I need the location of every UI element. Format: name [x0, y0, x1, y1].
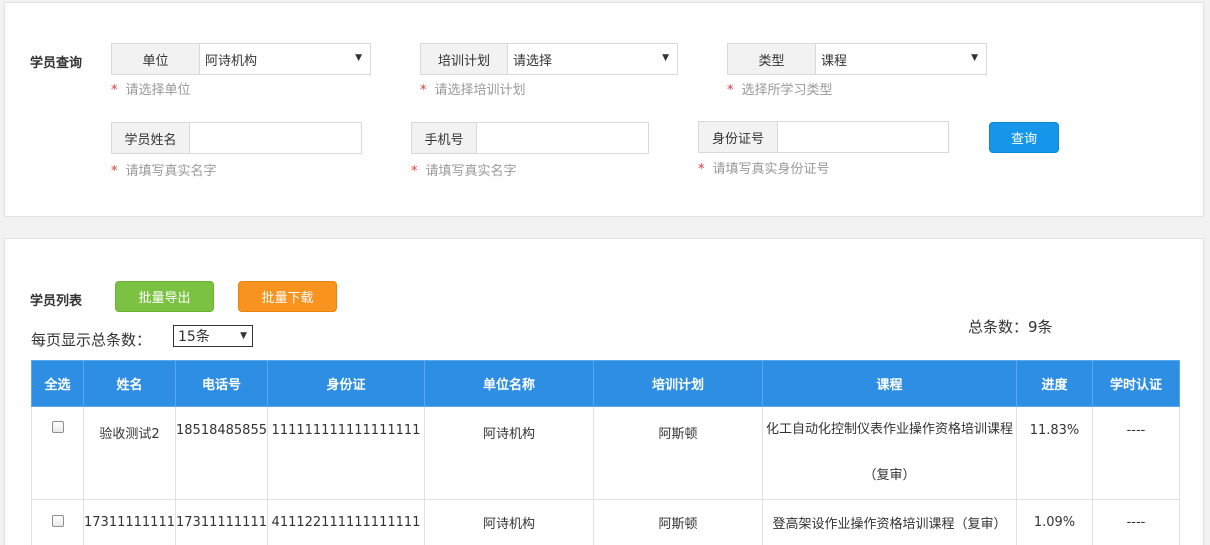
query-section-title: 学员查询 — [30, 56, 83, 71]
cell-phone: 17311111111 — [175, 499, 268, 545]
required-mark: * — [420, 83, 427, 98]
cell-name: 验收测试2 — [83, 406, 176, 500]
cell-cert: ---- — [1092, 406, 1180, 500]
unit-label: 单位 — [112, 44, 200, 74]
list-panel: 学员列表 批量导出 批量下载 每页显示总条数： 15条 ▼ 总条数：9条 全选 … — [4, 238, 1204, 545]
col-phone: 电话号 — [175, 360, 268, 407]
chevron-down-icon: ▼ — [662, 53, 669, 63]
row-checkbox[interactable] — [51, 514, 64, 527]
col-idcard: 身份证 — [267, 360, 425, 407]
cell-phone: 18518485855 — [175, 406, 268, 500]
table-row: 17311111111 17311111111 4111221111111111… — [31, 499, 1180, 545]
phone-hint-text: 请填写真实名字 — [425, 164, 517, 179]
col-cert: 学时认证 — [1092, 360, 1180, 407]
query-panel: 学员查询 单位 阿诗机构 ▼ * 请选择单位 培训计划 请选择 ▼ * 请选择培训计… — [4, 2, 1204, 217]
name-hint: * 请填写真实名字 — [111, 160, 217, 179]
search-button[interactable]: 查询 — [989, 122, 1059, 153]
plan-select[interactable]: 培训计划 请选择 ▼ — [420, 43, 678, 75]
table-header-row: 全选 姓名 电话号 身份证 单位名称 培训计划 课程 进度 学时认证 — [31, 360, 1180, 407]
page-size-value: 15条 — [178, 329, 210, 345]
chevron-down-icon: ▼ — [971, 53, 978, 63]
batch-download-button[interactable]: 批量下载 — [238, 281, 337, 312]
phone-label: 手机号 — [412, 123, 477, 153]
table-row: 验收测试2 18518485855 111111111111111111 阿诗机… — [31, 406, 1180, 500]
unit-select-value[interactable]: 阿诗机构 ▼ — [200, 44, 370, 74]
cell-idcard: 411122111111111111 — [267, 499, 425, 545]
cell-plan: 阿斯顿 — [593, 406, 763, 500]
unit-select[interactable]: 单位 阿诗机构 ▼ — [111, 43, 371, 75]
cell-progress: 1.09% — [1016, 499, 1093, 545]
name-field[interactable]: 学员姓名 — [111, 122, 362, 154]
plan-label: 培训计划 — [421, 44, 508, 74]
total-count: 总条数：9条 — [968, 318, 1053, 336]
cell-name: 17311111111 — [83, 499, 176, 545]
phone-field[interactable]: 手机号 — [411, 122, 649, 154]
name-label: 学员姓名 — [112, 123, 190, 153]
page-size-select[interactable]: 15条 ▼ — [173, 325, 253, 347]
cell-unit: 阿诗机构 — [424, 406, 594, 500]
col-select-all[interactable]: 全选 — [31, 360, 84, 407]
idcard-field[interactable]: 身份证号 — [698, 121, 949, 153]
type-selected-text: 课程 — [821, 53, 848, 69]
required-mark: * — [727, 83, 734, 98]
cell-course: 登高架设作业操作资格培训课程（复审） — [762, 499, 1017, 545]
cell-progress: 11.83% — [1016, 406, 1093, 500]
type-hint: * 选择所学习类型 — [727, 79, 833, 98]
cell-plan: 阿斯顿 — [593, 499, 763, 545]
col-progress: 进度 — [1016, 360, 1093, 407]
unit-selected-text: 阿诗机构 — [205, 53, 258, 69]
idcard-label: 身份证号 — [699, 122, 778, 152]
page-size-label: 每页显示总条数： — [31, 331, 152, 349]
chevron-down-icon: ▼ — [240, 331, 247, 341]
phone-input[interactable] — [482, 123, 648, 153]
type-label: 类型 — [728, 44, 816, 74]
required-mark: * — [111, 83, 118, 98]
list-section-title: 学员列表 — [30, 294, 83, 309]
cell-unit: 阿诗机构 — [424, 499, 594, 545]
col-plan: 培训计划 — [593, 360, 763, 407]
unit-hint-text: 请选择单位 — [125, 83, 191, 98]
unit-hint: * 请选择单位 — [111, 79, 191, 98]
required-mark: * — [111, 164, 118, 179]
cell-course: 化工自动化控制仪表作业操作资格培训课程（复审） — [762, 406, 1017, 500]
row-checkbox[interactable] — [51, 421, 64, 433]
col-course: 课程 — [762, 360, 1017, 407]
required-mark: * — [411, 164, 418, 179]
cell-cert: ---- — [1092, 499, 1180, 545]
name-input[interactable] — [195, 123, 361, 153]
type-hint-text: 选择所学习类型 — [741, 83, 833, 98]
plan-hint: * 请选择培训计划 — [420, 79, 526, 98]
phone-hint: * 请填写真实名字 — [411, 160, 517, 179]
idcard-input[interactable] — [783, 122, 948, 152]
cell-idcard: 111111111111111111 — [267, 406, 425, 500]
col-name: 姓名 — [83, 360, 176, 407]
required-mark: * — [698, 162, 705, 177]
plan-hint-text: 请选择培训计划 — [434, 83, 526, 98]
type-select-value[interactable]: 课程 ▼ — [816, 44, 986, 74]
batch-export-button[interactable]: 批量导出 — [115, 281, 214, 312]
idcard-hint: * 请填写真实身份证号 — [698, 158, 830, 177]
col-unit: 单位名称 — [424, 360, 594, 407]
chevron-down-icon: ▼ — [355, 53, 362, 63]
plan-selected-text: 请选择 — [513, 53, 553, 69]
idcard-hint-text: 请填写真实身份证号 — [712, 162, 830, 177]
type-select[interactable]: 类型 课程 ▼ — [727, 43, 987, 75]
name-hint-text: 请填写真实名字 — [125, 164, 217, 179]
student-table: 全选 姓名 电话号 身份证 单位名称 培训计划 课程 进度 学时认证 验收测试2… — [31, 360, 1180, 545]
plan-select-value[interactable]: 请选择 ▼ — [508, 44, 677, 74]
